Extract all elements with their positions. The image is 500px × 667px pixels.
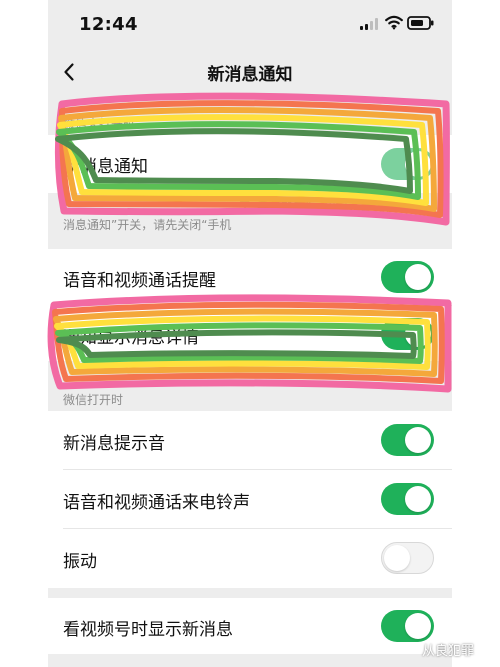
- status-time: 12:44: [79, 14, 138, 35]
- settings-row-label: 语音和视频通话来电铃声: [63, 493, 250, 513]
- watermark-text: 从良犯罪: [421, 644, 474, 659]
- screenshot-page: 12:44 新消息通知 微信未打开时 新消息通知 了“手机静音”，如需设置“新 …: [0, 0, 500, 667]
- settings-group-call-and-details: 语音和视频通话提醒 通知显示消息详情: [48, 249, 452, 361]
- settings-row-label: 新消息通知: [63, 157, 148, 177]
- settings-row-show-message-details[interactable]: 通知显示消息详情: [48, 306, 452, 361]
- toggle-knob: [405, 264, 431, 290]
- phone-screen: 12:44 新消息通知 微信未打开时 新消息通知 了“手机静音”，如需设置“新 …: [48, 0, 452, 667]
- settings-group-sounds: 新消息提示音 语音和视频通话来电铃声 振动: [48, 411, 452, 588]
- mute-notice-line: 消息通知”开关，请先关闭“手机: [63, 218, 232, 232]
- toggle-knob: [405, 321, 431, 347]
- vibration-toggle[interactable]: [381, 542, 434, 574]
- settings-row-label: 语音和视频通话提醒: [63, 271, 216, 291]
- settings-row-label: 振动: [63, 552, 97, 572]
- new-message-notification-toggle[interactable]: [381, 148, 434, 180]
- battery-icon: [407, 16, 434, 30]
- status-bar: 12:44: [48, 0, 452, 50]
- call-ringtone-toggle[interactable]: [381, 483, 434, 515]
- mute-notice-line: 了“手机静音”，如需设置“新: [239, 200, 390, 214]
- new-message-sound-toggle[interactable]: [381, 424, 434, 456]
- show-message-details-toggle[interactable]: [381, 318, 434, 350]
- voice-video-call-reminder-toggle[interactable]: [381, 261, 434, 293]
- settings-row-label: 看视频号时显示新消息: [63, 620, 233, 640]
- mute-notice-text: 了“手机静音”，如需设置“新 消息通知”开关，请先关闭“手机: [63, 198, 443, 234]
- wifi-icon: [385, 15, 403, 30]
- toggle-knob: [384, 545, 410, 571]
- toggle-knob: [405, 613, 431, 639]
- settings-row-new-message-notification[interactable]: 新消息通知: [48, 135, 452, 193]
- settings-row-new-message-sound[interactable]: 新消息提示音: [48, 411, 452, 469]
- page-title: 新消息通知: [207, 65, 293, 85]
- settings-row-label: 通知显示消息详情: [63, 328, 199, 348]
- section-label-when-open: 微信打开时: [63, 393, 124, 407]
- section-label-when-closed: 微信未打开时: [63, 117, 136, 131]
- settings-row-show-new-messages-while-watching-channels[interactable]: 看视频号时显示新消息: [48, 598, 452, 654]
- toggle-knob: [405, 427, 431, 453]
- toggle-knob: [405, 486, 431, 512]
- settings-row-label: 新消息提示音: [63, 434, 165, 454]
- show-new-messages-while-watching-channels-toggle[interactable]: [381, 610, 434, 642]
- toggle-knob: [405, 151, 431, 177]
- navigation-bar: 新消息通知: [48, 52, 452, 92]
- signal-icon: [360, 18, 378, 30]
- settings-row-vibration[interactable]: 振动: [48, 529, 452, 588]
- settings-row-call-ringtone[interactable]: 语音和视频通话来电铃声: [48, 470, 452, 528]
- settings-row-voice-video-call-reminder[interactable]: 语音和视频通话提醒: [48, 249, 452, 305]
